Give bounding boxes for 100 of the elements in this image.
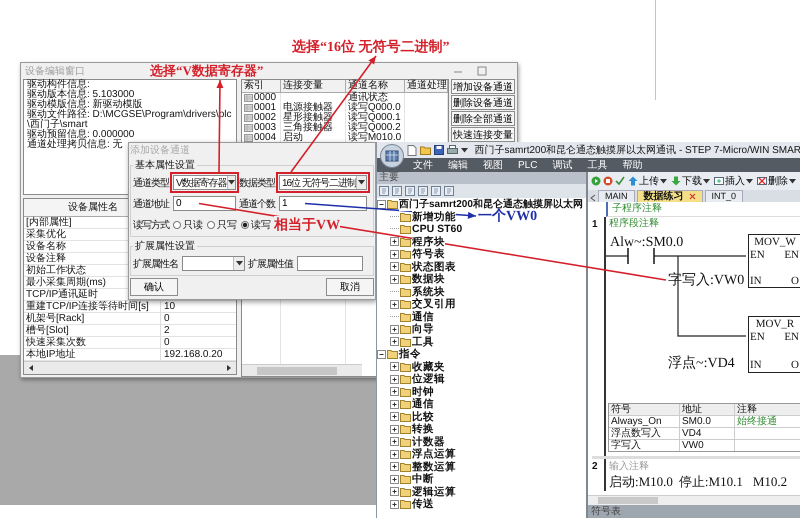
download-button[interactable]: 下载 xyxy=(670,174,711,188)
expand-icon[interactable] xyxy=(390,462,399,472)
scrollbar-thumb[interactable] xyxy=(256,366,337,374)
horizontal-scrollbar[interactable] xyxy=(242,364,362,376)
radio-option[interactable]: 读写 xyxy=(241,218,271,232)
page-icon[interactable] xyxy=(392,186,402,196)
expand-icon[interactable] xyxy=(390,487,399,496)
property-value-field[interactable] xyxy=(297,256,363,271)
insert-button[interactable]: 插入 xyxy=(713,174,754,188)
stop-icon[interactable] xyxy=(603,176,613,186)
expand-icon[interactable] xyxy=(390,337,399,346)
maximize-button[interactable] xyxy=(477,66,487,76)
menu-item[interactable]: 调试 xyxy=(552,158,572,172)
dialog-button[interactable]: 确认 xyxy=(130,278,178,296)
expand-icon[interactable] xyxy=(390,450,399,459)
expand-icon[interactable] xyxy=(390,237,399,246)
caret-icon xyxy=(703,178,710,184)
horizontal-scrollbar[interactable] xyxy=(24,361,236,374)
printer-icon[interactable] xyxy=(447,145,458,155)
property-value: 0 xyxy=(163,313,171,324)
expand-icon[interactable] xyxy=(390,324,399,334)
radio-option[interactable]: 只读 xyxy=(173,218,203,232)
scrollbar-thumb[interactable] xyxy=(598,497,658,504)
collapse-icon[interactable] xyxy=(377,350,386,359)
menu-item[interactable]: 文件 xyxy=(413,158,433,172)
tree-item[interactable]: 向导 xyxy=(412,322,434,336)
tree-item[interactable]: 中断 xyxy=(412,472,434,486)
channel-button[interactable]: 删除设备通道 xyxy=(450,95,515,110)
tree-item[interactable]: 新增功能 xyxy=(412,210,456,224)
tree-item[interactable]: 位逻辑 xyxy=(412,372,445,386)
menu-item[interactable]: PLC xyxy=(518,160,538,170)
tree-item[interactable]: 逻辑运算 xyxy=(412,484,456,499)
property-name: 快速采集次数 xyxy=(24,337,161,348)
tree-item[interactable]: 收藏夹 xyxy=(412,360,445,374)
tree-item[interactable]: 通信 xyxy=(412,397,434,412)
tree-item[interactable]: 符号表 xyxy=(412,247,445,262)
address-field[interactable]: 0 xyxy=(173,196,236,211)
count-field[interactable]: 1 xyxy=(279,196,367,211)
tree-item[interactable]: 浮点运算 xyxy=(412,447,456,462)
expand-icon[interactable] xyxy=(390,374,399,384)
menu-item[interactable]: 编辑 xyxy=(448,158,468,172)
folder-icon xyxy=(400,236,411,247)
expand-icon[interactable] xyxy=(390,274,399,284)
tree-item[interactable]: 交叉引用 xyxy=(412,297,456,312)
page-icon[interactable] xyxy=(431,186,441,196)
table-cell: 读写Q000.1 xyxy=(346,113,405,123)
page-icon[interactable] xyxy=(405,186,415,196)
expand-icon[interactable] xyxy=(390,424,399,434)
tree-item[interactable]: 数据块 xyxy=(412,272,445,286)
new-file-icon[interactable] xyxy=(407,144,417,156)
tree-item[interactable]: 工具 xyxy=(412,334,434,349)
expand-icon[interactable] xyxy=(390,250,399,259)
channel-type-dropdown[interactable]: V数据寄存器 xyxy=(173,175,236,190)
radio-indicator[interactable] xyxy=(207,220,215,228)
field-label: 扩展属性值 xyxy=(248,258,293,270)
tree-item[interactable]: 指令 xyxy=(399,347,421,362)
tree-item[interactable]: 转换 xyxy=(412,422,434,436)
horizontal-scrollbar[interactable] xyxy=(588,495,800,505)
expand-icon[interactable] xyxy=(390,437,399,446)
annotation-text: 选择“16位 无符号二进制” xyxy=(292,38,450,56)
dialog-title: 添加设备通道 xyxy=(130,144,191,158)
expand-icon[interactable] xyxy=(390,300,399,309)
expand-icon[interactable] xyxy=(390,500,399,509)
table-cell: 0000 xyxy=(254,93,276,103)
tab[interactable]: INT_0 xyxy=(704,190,744,202)
pane-title: 主要 xyxy=(377,172,586,184)
menu-item[interactable]: 帮助 xyxy=(622,158,642,172)
property-value: 192.168.0.20 xyxy=(163,349,224,360)
upload-button[interactable]: 上传 xyxy=(627,174,668,188)
menu-item[interactable]: 工具 xyxy=(587,158,608,172)
delete-button[interactable]: 删除 xyxy=(756,174,797,188)
dialog-button[interactable]: 取消 xyxy=(326,278,374,296)
tab[interactable]: 数据练习 xyxy=(636,190,702,202)
expand-icon[interactable] xyxy=(390,474,399,484)
radio-indicator[interactable] xyxy=(173,220,181,228)
checkmark-icon[interactable] xyxy=(615,176,625,186)
table-cell: 0004 xyxy=(254,133,276,143)
table-cell: Always_On xyxy=(609,416,680,427)
expand-icon[interactable] xyxy=(390,400,399,409)
radio-option[interactable]: 只写 xyxy=(207,218,237,232)
expand-icon[interactable] xyxy=(390,412,399,422)
tree-item[interactable]: 传送 xyxy=(412,497,434,512)
tab[interactable]: MAIN xyxy=(598,190,634,202)
collapse-icon[interactable] xyxy=(377,200,386,209)
info-line: 驱动版本信息: 5.103000 xyxy=(27,90,134,100)
channel-button[interactable]: 增加设备通道 xyxy=(450,79,515,94)
play-icon[interactable] xyxy=(591,176,601,186)
channel-button[interactable]: 快速连接变量 xyxy=(450,127,515,142)
radio-indicator[interactable] xyxy=(241,220,249,228)
close-icon[interactable] xyxy=(688,193,696,200)
tree-item[interactable]: CPU ST60 xyxy=(412,223,462,236)
channel-button[interactable]: 删除全部通道 xyxy=(450,111,515,126)
expand-icon[interactable] xyxy=(390,387,399,396)
expand-icon[interactable] xyxy=(390,262,399,272)
menu-item[interactable]: 视图 xyxy=(483,158,503,172)
save-icon[interactable] xyxy=(434,145,444,155)
expand-icon[interactable] xyxy=(390,362,399,372)
scroll-left-icon[interactable] xyxy=(590,194,596,202)
page-icon[interactable] xyxy=(418,186,428,196)
property-name-dropdown[interactable] xyxy=(182,256,245,271)
